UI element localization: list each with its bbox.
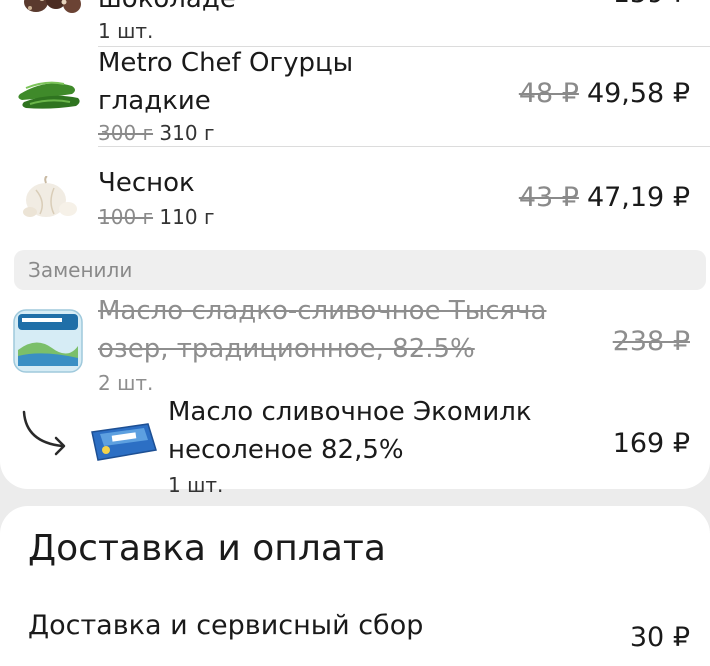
product-image-cucumbers xyxy=(18,81,80,109)
product-name: Масло сливочное Экомилк несоленое 82,5% xyxy=(168,397,532,465)
product-price: 238 ₽ xyxy=(612,326,690,357)
product-image-garlic xyxy=(23,176,77,217)
product-price: 48 ₽49,58 ₽ xyxy=(519,78,690,109)
delivery-fee-label: Доставка и сервисный сбор xyxy=(28,610,424,641)
new-price: 47,19 ₽ xyxy=(586,182,690,213)
replaced-section-label: Заменили xyxy=(14,250,706,290)
product-quantity: 1 шт. xyxy=(98,19,154,43)
product-price: 159 ₽ xyxy=(613,0,690,9)
new-weight: 310 г xyxy=(159,121,215,145)
product-quantity: 2 шт. xyxy=(98,371,154,395)
product-image-chocolate xyxy=(24,0,81,13)
delivery-fee-value: 30 ₽ xyxy=(629,622,690,653)
product-name: шоколаде xyxy=(98,0,236,18)
curved-arrow-icon xyxy=(22,410,66,456)
product-weight: 100 г 110 г xyxy=(98,205,214,229)
product-name: Чеснок xyxy=(98,168,195,198)
old-price: 43 ₽ xyxy=(518,182,579,213)
product-weight: 300 г 310 г xyxy=(98,121,214,145)
product-price: 169 ₽ xyxy=(612,428,690,459)
new-weight: 110 г xyxy=(159,205,215,229)
old-weight: 300 г xyxy=(98,121,154,145)
section-title: Доставка и оплата xyxy=(28,528,386,569)
product-image-butter-replacement xyxy=(91,423,157,461)
old-weight: 100 г xyxy=(98,205,154,229)
divider xyxy=(98,146,710,147)
product-price: 43 ₽47,19 ₽ xyxy=(519,182,690,213)
product-name: Metro Chef Огурцы гладкие xyxy=(98,48,354,116)
new-price: 49,58 ₽ xyxy=(586,78,690,109)
product-image-butter-original xyxy=(13,309,83,373)
product-name: Масло сладко-сливочное Тысяча озер, трад… xyxy=(98,296,547,364)
product-quantity: 1 шт. xyxy=(168,473,224,497)
old-price: 48 ₽ xyxy=(518,78,579,109)
